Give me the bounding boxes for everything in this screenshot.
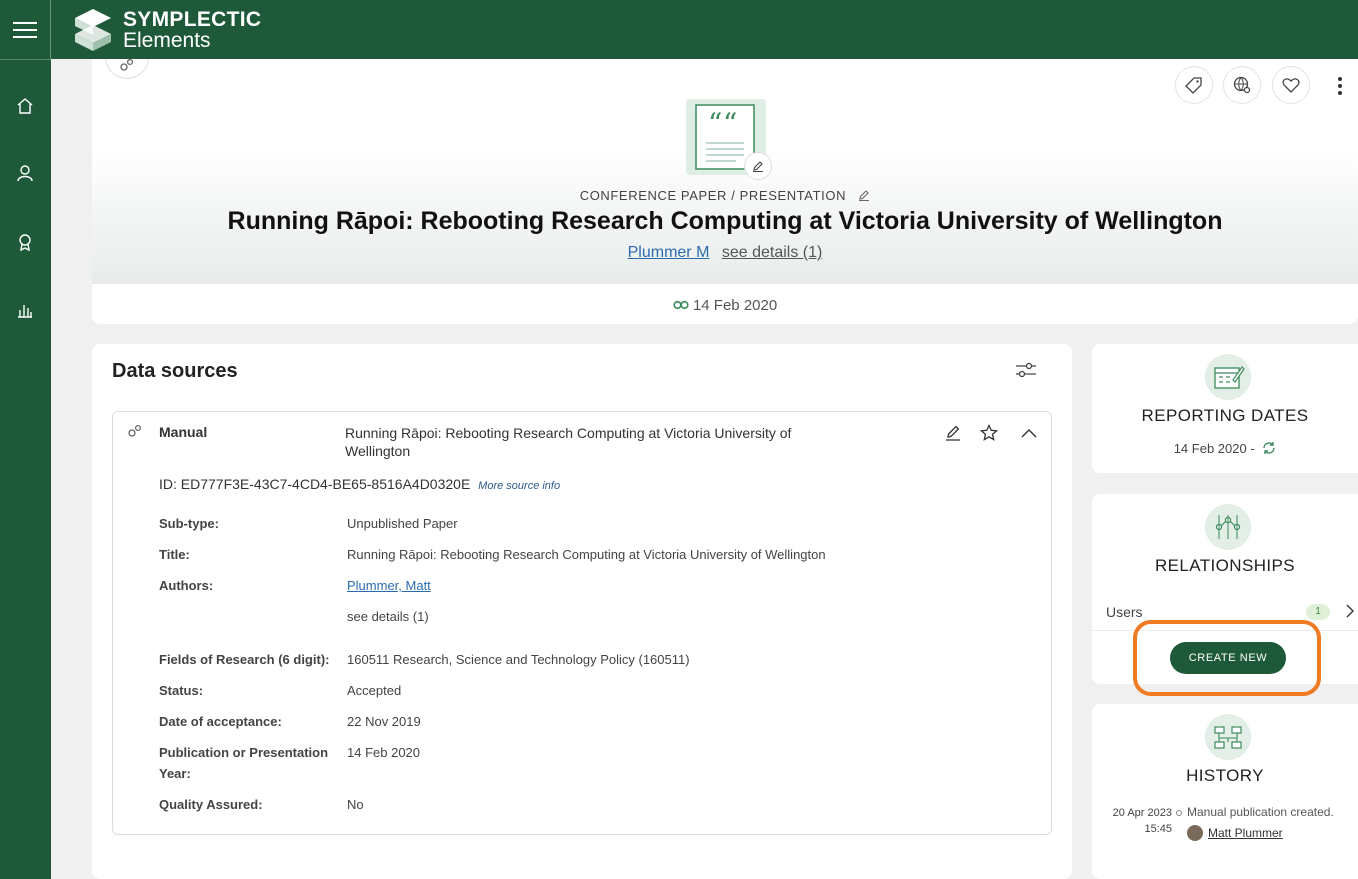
- calendar-infinity-icon: [673, 300, 689, 310]
- reporting-dates-value: 14 Feb 2020 -: [1092, 441, 1358, 456]
- brand-product: Elements: [123, 28, 211, 52]
- edit-source-icon[interactable]: [943, 423, 963, 443]
- acceptance-date-value: 22 Nov 2019: [347, 714, 421, 729]
- users-label: Users: [1106, 604, 1143, 620]
- authors-value: Plummer, Matt: [347, 575, 431, 596]
- star-icon[interactable]: [979, 423, 999, 443]
- publication-date: 14 Feb 2020: [92, 297, 1358, 314]
- symplectic-logo-icon: [75, 8, 111, 51]
- source-title: Running Rāpoi: Rebooting Research Comput…: [345, 425, 792, 459]
- data-sources-heading: Data sources: [112, 360, 238, 382]
- status-label: Status:: [159, 683, 204, 698]
- create-new-button[interactable]: CREATE NEW: [1170, 642, 1286, 674]
- fields-of-research-value: 160511 Research, Science and Technology …: [347, 652, 690, 667]
- author-list: Plummer M see details (1): [92, 244, 1358, 262]
- svg-text:“: “: [723, 107, 737, 140]
- globe-settings-button[interactable]: [1223, 66, 1261, 104]
- svg-text:“: “: [708, 107, 722, 140]
- status-value: Accepted: [347, 683, 402, 698]
- app-logo[interactable]: SYMPLECTIC Elements: [71, 7, 261, 53]
- globe-icon: [1233, 76, 1251, 94]
- source-record: Manual Running Rāpoi: Rebooting Research…: [112, 411, 1052, 835]
- chevron-right-icon: [1346, 604, 1354, 618]
- source-cog-icon: [127, 424, 143, 443]
- filter-sliders-icon[interactable]: [1014, 360, 1040, 382]
- authors-see-details[interactable]: see details (1): [347, 606, 429, 627]
- acceptance-date-label: Date of acceptance:: [159, 714, 282, 729]
- history-event: Manual publication created.: [1187, 805, 1334, 819]
- heart-icon: [1282, 78, 1300, 93]
- user-icon[interactable]: [12, 160, 38, 186]
- authors-label: Authors:: [159, 578, 214, 593]
- edit-type-icon[interactable]: [858, 189, 870, 202]
- reporting-dates-panel: REPORTING DATES 14 Feb 2020 -: [1092, 344, 1358, 473]
- collapse-chevron-icon[interactable]: [1019, 423, 1039, 443]
- source-id: ID: ED777F3E-43C7-4CD4-BE65-8516A4D0320E…: [159, 476, 561, 492]
- top-bar: SYMPLECTIC Elements: [0, 0, 1358, 59]
- favourite-button[interactable]: [1272, 66, 1310, 104]
- history-user-link[interactable]: Matt Plummer: [1208, 826, 1283, 840]
- history-user: Matt Plummer: [1187, 825, 1283, 841]
- relationships-panel: RELATIONSHIPS Users 1 CREATE NEW: [1092, 494, 1358, 684]
- history-timestamp: 20 Apr 2023 15:45: [1112, 807, 1172, 835]
- page-title: Running Rāpoi: Rebooting Research Comput…: [227, 207, 1223, 235]
- tag-icon: [1185, 77, 1202, 94]
- subtype-label: Sub-type:: [159, 516, 219, 531]
- home-icon[interactable]: [12, 93, 38, 119]
- menu-icon[interactable]: [0, 0, 51, 59]
- timeline-dot-icon: [1176, 810, 1182, 816]
- publication-year-value: 14 Feb 2020: [347, 745, 421, 760]
- bar-chart-icon[interactable]: [12, 297, 38, 323]
- publication-type: CONFERENCE PAPER / PRESENTATION: [92, 188, 1358, 203]
- history-tree-icon: [1205, 714, 1251, 760]
- fields-of-research-label: Fields of Research (6 digit):: [159, 652, 330, 667]
- history-panel: HISTORY 20 Apr 2023 15:45 Manual publica…: [1092, 704, 1358, 879]
- quality-assured-value: No: [347, 797, 364, 812]
- more-options-icon[interactable]: [1328, 73, 1352, 99]
- sidebar: [0, 59, 51, 879]
- quality-assured-label: Quality Assured:: [159, 797, 263, 812]
- calendar-edit-icon: [1205, 354, 1251, 400]
- title-value: Running Rāpoi: Rebooting Research Comput…: [347, 547, 826, 562]
- tag-button[interactable]: [1175, 66, 1213, 104]
- relationships-title: RELATIONSHIPS: [1155, 556, 1295, 575]
- publication-header: “ “ CONFERENCE PAPER / PRESENTATION Runn…: [92, 59, 1358, 324]
- edit-icon[interactable]: [744, 152, 772, 180]
- relationships-icon: [1205, 504, 1251, 550]
- title-label: Title:: [159, 547, 190, 562]
- award-icon[interactable]: [12, 229, 38, 255]
- relationship-users-row[interactable]: Users 1: [1106, 600, 1358, 624]
- reporting-dates-title: REPORTING DATES: [1141, 406, 1309, 425]
- publication-year-label: Publication or Presentation: [159, 745, 329, 760]
- publication-year-label-2: Year:: [159, 766, 191, 781]
- author-link[interactable]: Plummer M: [628, 244, 710, 261]
- users-count-badge: 1: [1306, 604, 1330, 620]
- avatar: [1187, 825, 1203, 841]
- history-title: HISTORY: [1186, 766, 1264, 785]
- refresh-icon[interactable]: [1262, 441, 1276, 455]
- data-sources-panel: Data sources Manual Running Rāpoi: Reboo…: [92, 344, 1072, 879]
- brand-name: SYMPLECTIC: [123, 7, 262, 31]
- subtype-value: Unpublished Paper: [347, 516, 458, 531]
- source-author-link[interactable]: Plummer, Matt: [347, 578, 431, 593]
- more-source-info-link[interactable]: More source info: [478, 480, 560, 492]
- see-details-link[interactable]: see details (1): [722, 244, 823, 261]
- source-name: Manual: [159, 424, 208, 440]
